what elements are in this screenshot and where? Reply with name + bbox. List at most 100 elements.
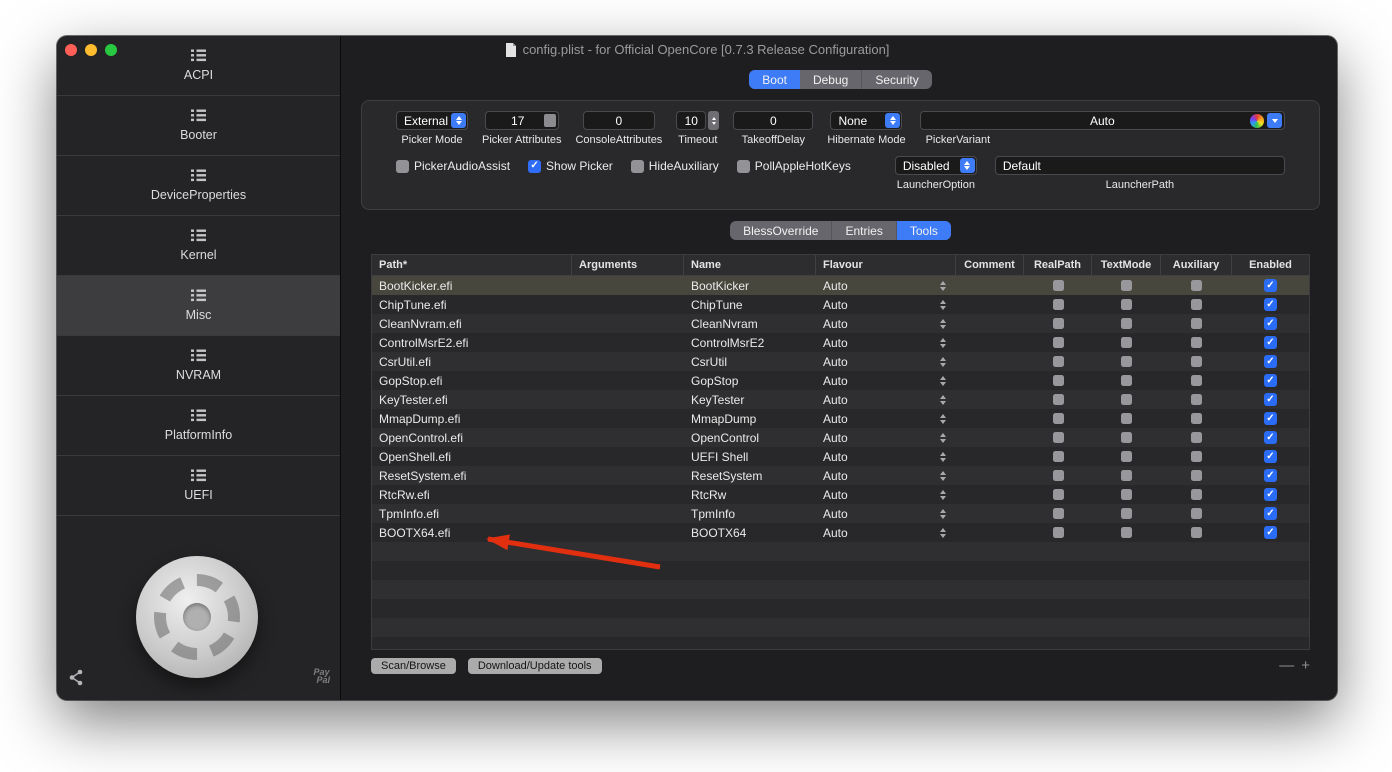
- flavour-stepper[interactable]: [940, 432, 946, 443]
- flavour-stepper[interactable]: [940, 470, 946, 481]
- auxiliary-checkbox[interactable]: [1191, 470, 1202, 481]
- auxiliary-checkbox[interactable]: [1191, 413, 1202, 424]
- sidebar-item-booter[interactable]: Booter: [57, 96, 340, 156]
- realpath-checkbox[interactable]: [1052, 280, 1064, 291]
- flavour-stepper[interactable]: [940, 527, 946, 538]
- table-row[interactable]: KeyTester.efi KeyTester Auto ✓: [372, 390, 1309, 409]
- console-attributes-field[interactable]: 0: [582, 111, 655, 130]
- flavour-stepper[interactable]: [940, 394, 946, 405]
- textmode-checkbox[interactable]: [1121, 432, 1132, 443]
- auxiliary-checkbox[interactable]: [1191, 337, 1202, 348]
- auxiliary-checkbox[interactable]: [1191, 451, 1202, 462]
- enabled-checkbox[interactable]: ✓: [1264, 298, 1277, 311]
- textmode-checkbox[interactable]: [1121, 375, 1132, 386]
- auxiliary-checkbox[interactable]: [1191, 280, 1202, 291]
- realpath-checkbox[interactable]: [1052, 470, 1064, 481]
- auxiliary-checkbox[interactable]: [1191, 489, 1202, 500]
- enabled-checkbox[interactable]: ✓: [1264, 393, 1277, 406]
- table-row[interactable]: BOOTX64.efi BOOTX64 Auto ✓: [372, 523, 1309, 542]
- table-row[interactable]: ChipTune.efi ChipTune Auto ✓: [372, 295, 1309, 314]
- column-header-auxiliary[interactable]: Auxiliary: [1161, 255, 1232, 275]
- hibernate-mode-select[interactable]: None: [830, 111, 903, 130]
- enabled-checkbox[interactable]: ✓: [1264, 469, 1277, 482]
- picker-attributes-field[interactable]: 17: [484, 111, 559, 130]
- close-button[interactable]: [65, 44, 77, 56]
- realpath-checkbox[interactable]: [1052, 527, 1064, 538]
- tab-entries[interactable]: Entries: [832, 221, 897, 240]
- realpath-checkbox[interactable]: [1052, 299, 1064, 310]
- flavour-stepper[interactable]: [940, 337, 946, 348]
- auxiliary-checkbox[interactable]: [1191, 299, 1202, 310]
- table-row[interactable]: ResetSystem.efi ResetSystem Auto ✓: [372, 466, 1309, 485]
- enabled-checkbox[interactable]: ✓: [1264, 431, 1277, 444]
- sidebar-item-platforminfo[interactable]: PlatformInfo: [57, 396, 340, 456]
- column-header-comment[interactable]: Comment: [956, 255, 1024, 275]
- enabled-checkbox[interactable]: ✓: [1264, 488, 1277, 501]
- launcher-option-select[interactable]: Disabled: [894, 156, 977, 175]
- enabled-checkbox[interactable]: ✓: [1264, 279, 1277, 292]
- column-header-textmode[interactable]: TextMode: [1092, 255, 1161, 275]
- table-row[interactable]: BootKicker.efi BootKicker Auto ✓: [372, 276, 1309, 295]
- picker-variant-field[interactable]: Auto: [919, 111, 1285, 130]
- table-row[interactable]: OpenControl.efi OpenControl Auto ✓: [372, 428, 1309, 447]
- enabled-checkbox[interactable]: ✓: [1264, 450, 1277, 463]
- enabled-checkbox[interactable]: ✓: [1264, 526, 1277, 539]
- textmode-checkbox[interactable]: [1121, 470, 1132, 481]
- textmode-checkbox[interactable]: [1121, 356, 1132, 367]
- realpath-checkbox[interactable]: [1052, 451, 1064, 462]
- takeoff-delay-field[interactable]: 0: [733, 111, 814, 130]
- timeout-stepper[interactable]: [708, 111, 720, 130]
- tab-tools[interactable]: Tools: [896, 221, 951, 240]
- realpath-checkbox[interactable]: [1052, 356, 1064, 367]
- flavour-stepper[interactable]: [940, 413, 946, 424]
- realpath-checkbox[interactable]: [1052, 318, 1064, 329]
- tab-debug[interactable]: Debug: [800, 70, 863, 89]
- zoom-button[interactable]: [105, 44, 117, 56]
- auxiliary-checkbox[interactable]: [1191, 318, 1202, 329]
- sidebar-item-kernel[interactable]: Kernel: [57, 216, 340, 276]
- download-update-button[interactable]: Download/Update tools: [467, 658, 602, 674]
- realpath-checkbox[interactable]: [1052, 432, 1064, 443]
- table-row[interactable]: MmapDump.efi MmapDump Auto ✓: [372, 409, 1309, 428]
- textmode-checkbox[interactable]: [1121, 451, 1132, 462]
- column-header-arguments[interactable]: Arguments: [572, 255, 684, 275]
- flavour-stepper[interactable]: [940, 356, 946, 367]
- auxiliary-checkbox[interactable]: [1191, 394, 1202, 405]
- flavour-stepper[interactable]: [940, 280, 946, 291]
- textmode-checkbox[interactable]: [1121, 413, 1132, 424]
- sidebar-item-uefi[interactable]: UEFI: [57, 456, 340, 516]
- picker-mode-select[interactable]: External: [396, 111, 468, 130]
- flavour-stepper[interactable]: [940, 318, 946, 329]
- auxiliary-checkbox[interactable]: [1191, 508, 1202, 519]
- textmode-checkbox[interactable]: [1121, 318, 1132, 329]
- textmode-checkbox[interactable]: [1121, 508, 1132, 519]
- enabled-checkbox[interactable]: ✓: [1264, 336, 1277, 349]
- enabled-checkbox[interactable]: ✓: [1264, 317, 1277, 330]
- auxiliary-checkbox[interactable]: [1191, 527, 1202, 538]
- table-row[interactable]: ControlMsrE2.efi ControlMsrE2 Auto ✓: [372, 333, 1309, 352]
- add-tool-button[interactable]: +: [1301, 658, 1310, 673]
- column-header-path[interactable]: Path*: [372, 255, 572, 275]
- tab-boot[interactable]: Boot: [749, 70, 800, 89]
- auxiliary-checkbox[interactable]: [1191, 432, 1202, 443]
- column-header-realpath[interactable]: RealPath: [1024, 255, 1092, 275]
- realpath-checkbox[interactable]: [1052, 489, 1064, 500]
- checkbox-hideauxiliary[interactable]: ✓ HideAuxiliary: [630, 159, 719, 173]
- flavour-stepper[interactable]: [940, 508, 946, 519]
- checkbox-show-picker[interactable]: ✓ Show Picker: [528, 159, 613, 173]
- enabled-checkbox[interactable]: ✓: [1264, 355, 1277, 368]
- remove-tool-button[interactable]: —: [1279, 658, 1294, 673]
- scan-browse-button[interactable]: Scan/Browse: [371, 658, 456, 674]
- sidebar-item-misc[interactable]: Misc: [57, 276, 340, 336]
- flavour-stepper[interactable]: [940, 299, 946, 310]
- picker-variant-dropdown-button[interactable]: [1267, 113, 1282, 128]
- timeout-field[interactable]: 10: [676, 111, 707, 130]
- table-row[interactable]: CleanNvram.efi CleanNvram Auto ✓: [372, 314, 1309, 333]
- table-row[interactable]: TpmInfo.efi TpmInfo Auto ✓: [372, 504, 1309, 523]
- auxiliary-checkbox[interactable]: [1191, 375, 1202, 386]
- table-row[interactable]: OpenShell.efi UEFI Shell Auto ✓: [372, 447, 1309, 466]
- column-header-enabled[interactable]: Enabled: [1232, 255, 1309, 275]
- checkbox-pollapplehotkeys[interactable]: ✓ PollAppleHotKeys: [736, 159, 851, 173]
- table-row[interactable]: GopStop.efi GopStop Auto ✓: [372, 371, 1309, 390]
- enabled-checkbox[interactable]: ✓: [1264, 507, 1277, 520]
